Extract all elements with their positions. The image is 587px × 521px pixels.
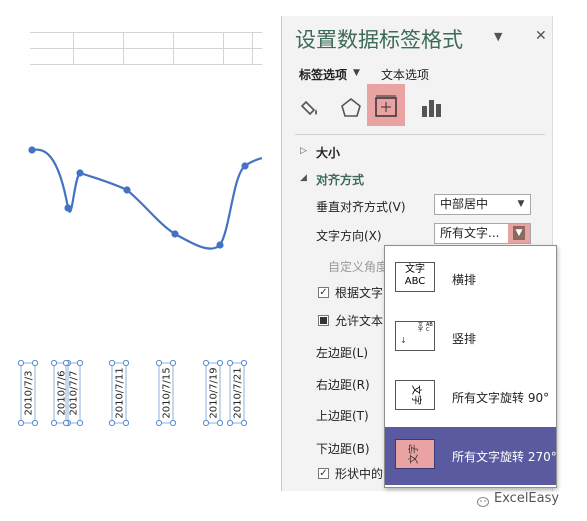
resize-handle[interactable] (108, 359, 116, 367)
vertical-align-value: 中部居中 (440, 197, 489, 211)
series-point[interactable] (216, 241, 224, 249)
resize-handle[interactable] (50, 419, 58, 427)
tab-label-options-arrow-icon[interactable]: ▼ (353, 68, 360, 78)
data-label[interactable]: 2010/7/7 (62, 359, 84, 427)
close-icon[interactable]: ✕ (535, 28, 547, 44)
left-margin-label: 左边距(L) (316, 346, 369, 360)
resize-shape-checkbox[interactable]: ✓ (318, 287, 329, 298)
wechat-icon (477, 493, 491, 507)
resize-handle[interactable] (226, 419, 234, 427)
data-label-text: 2010/7/3 (24, 371, 35, 416)
resize-handle[interactable] (216, 359, 224, 367)
data-label-text: 2010/7/21 (233, 367, 244, 418)
section-size[interactable]: 大小 (316, 144, 340, 161)
resize-handle[interactable] (155, 359, 163, 367)
worksheet-area: 2010/7/3 2010/7/6 2010/7/7 2010/7/11 2010/7/… (0, 0, 262, 521)
text-direction-label: 文字方向(X) (316, 229, 382, 243)
direction-option-rotate-90[interactable]: 文字 所有文字旋转 90° (385, 368, 556, 424)
resize-handle[interactable] (31, 359, 39, 367)
resize-handle[interactable] (226, 359, 234, 367)
pane-title: 设置数据标签格式 (295, 28, 463, 52)
text-direction-value: 所有文字... (440, 226, 500, 240)
divider (295, 134, 545, 135)
data-label-text: 2010/7/7 (69, 371, 80, 416)
data-label-text: 2010/7/11 (115, 367, 126, 418)
stacked-text-icon: 文字 ABC ↓ (395, 321, 435, 351)
direction-option-label: 所有文字旋转 90° (452, 391, 550, 405)
shape-text-checkbox[interactable]: ✓ (318, 468, 329, 479)
resize-handle[interactable] (76, 359, 84, 367)
direction-option-horizontal[interactable]: 文字 ABC 横排 (385, 250, 556, 306)
size-properties-tab[interactable] (367, 84, 405, 126)
series-point[interactable] (28, 146, 36, 154)
resize-handle[interactable] (202, 359, 210, 367)
wrap-text-checkbox[interactable] (318, 315, 329, 326)
data-label[interactable]: 2010/7/21 (226, 359, 248, 427)
resize-handle[interactable] (240, 419, 248, 427)
text-direction-menu: 文字 ABC 横排 文字 ABC ↓ 竖排 文字 所有文字旋转 90° 文字 所… (384, 245, 557, 488)
tab-label-options[interactable]: 标签选项 (299, 66, 347, 83)
fill-line-icon[interactable] (300, 96, 324, 120)
watermark: ExcelEasy (494, 491, 560, 506)
collapse-chevron-icon[interactable]: ◢ (300, 173, 307, 183)
resize-handle[interactable] (108, 419, 116, 427)
section-alignment[interactable]: 对齐方式 (316, 171, 364, 188)
line-chart: 2010/7/3 2010/7/6 2010/7/7 2010/7/11 2010/7/… (17, 146, 262, 427)
resize-handle[interactable] (76, 419, 84, 427)
tab-text-options[interactable]: 文本选项 (381, 66, 429, 83)
resize-shape-label: 根据文字 (335, 286, 384, 300)
resize-handle[interactable] (62, 419, 70, 427)
data-label[interactable]: 2010/7/19 (202, 359, 224, 427)
resize-handle[interactable] (202, 419, 210, 427)
custom-angle-label: 自定义角度 (328, 260, 389, 274)
series-line (31, 148, 262, 250)
label-options-chart-icon[interactable] (419, 96, 443, 120)
direction-option-label: 竖排 (452, 332, 477, 346)
resize-handle[interactable] (155, 419, 163, 427)
resize-handle[interactable] (62, 359, 70, 367)
series-point[interactable] (241, 162, 249, 170)
resize-handle[interactable] (50, 359, 58, 367)
data-label[interactable]: 2010/7/15 (155, 359, 177, 427)
direction-option-stacked[interactable]: 文字 ABC ↓ 竖排 (385, 309, 556, 365)
effects-icon[interactable] (339, 96, 363, 120)
resize-handle[interactable] (122, 419, 130, 427)
data-label[interactable]: 2010/7/3 (17, 359, 39, 427)
shape-text-label: 形状中的 (335, 467, 384, 481)
data-label[interactable]: 2010/7/11 (108, 359, 130, 427)
data-label-text: 2010/7/15 (162, 367, 173, 418)
direction-option-rotate-270[interactable]: 文字 所有文字旋转 270° (385, 427, 557, 485)
bottom-margin-label: 下边距(B) (316, 442, 370, 456)
top-margin-label: 上边距(T) (316, 409, 369, 423)
chevron-down-icon: ▼ (517, 199, 525, 209)
expand-chevron-icon[interactable]: ▷ (300, 146, 307, 156)
pane-options-arrow-icon[interactable]: ▼ (494, 30, 502, 43)
series-point[interactable] (76, 169, 84, 177)
resize-handle[interactable] (122, 359, 130, 367)
resize-handle[interactable] (17, 359, 25, 367)
vertical-align-label: 垂直对齐方式(V) (316, 200, 406, 214)
series-point[interactable] (64, 204, 72, 212)
chevron-down-icon[interactable]: ▼ (508, 224, 530, 243)
horizontal-text-icon: 文字 ABC (395, 262, 435, 292)
text-direction-dropdown[interactable]: 所有文字... ▼ (434, 223, 531, 244)
vertical-align-dropdown[interactable]: 中部居中 ▼ (434, 194, 531, 215)
series-point[interactable] (123, 186, 131, 194)
wrap-text-label: 允许文本 (335, 314, 384, 328)
direction-option-label: 横排 (452, 273, 477, 287)
resize-handle[interactable] (169, 359, 177, 367)
resize-handle[interactable] (169, 419, 177, 427)
resize-handle[interactable] (31, 419, 39, 427)
data-label-text: 2010/7/19 (209, 367, 220, 418)
rotate-270-text-icon: 文字 (395, 439, 435, 469)
direction-option-label: 所有文字旋转 270° (452, 450, 557, 464)
resize-handle[interactable] (240, 359, 248, 367)
resize-handle[interactable] (17, 419, 25, 427)
right-margin-label: 右边距(R) (316, 378, 370, 392)
rotate-90-text-icon: 文字 (395, 380, 435, 410)
series-point[interactable] (171, 230, 179, 238)
resize-handle[interactable] (216, 419, 224, 427)
